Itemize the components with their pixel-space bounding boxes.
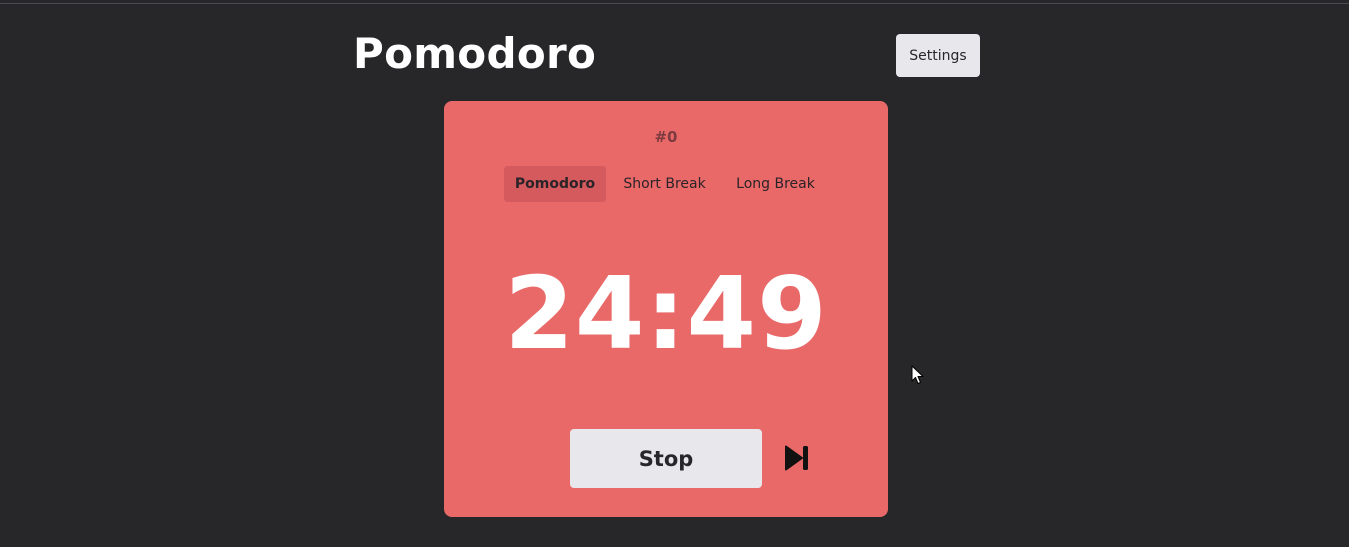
timer-card: #0 Pomodoro Short Break Long Break 24:49… <box>444 101 888 517</box>
timer-display: 24:49 <box>504 255 828 372</box>
session-count: #0 <box>654 128 678 146</box>
settings-button[interactable]: Settings <box>896 34 980 77</box>
skip-button[interactable] <box>782 443 812 473</box>
app-title: Pomodoro <box>353 29 597 78</box>
tab-short-break[interactable]: Short Break <box>606 166 723 202</box>
tab-pomodoro[interactable]: Pomodoro <box>504 166 606 202</box>
tab-long-break[interactable]: Long Break <box>723 166 828 202</box>
mouse-cursor-icon <box>911 365 924 384</box>
top-border <box>0 0 1349 4</box>
stop-button[interactable]: Stop <box>570 429 762 488</box>
mode-tabs: Pomodoro Short Break Long Break <box>504 166 828 202</box>
skip-forward-icon <box>785 445 808 471</box>
